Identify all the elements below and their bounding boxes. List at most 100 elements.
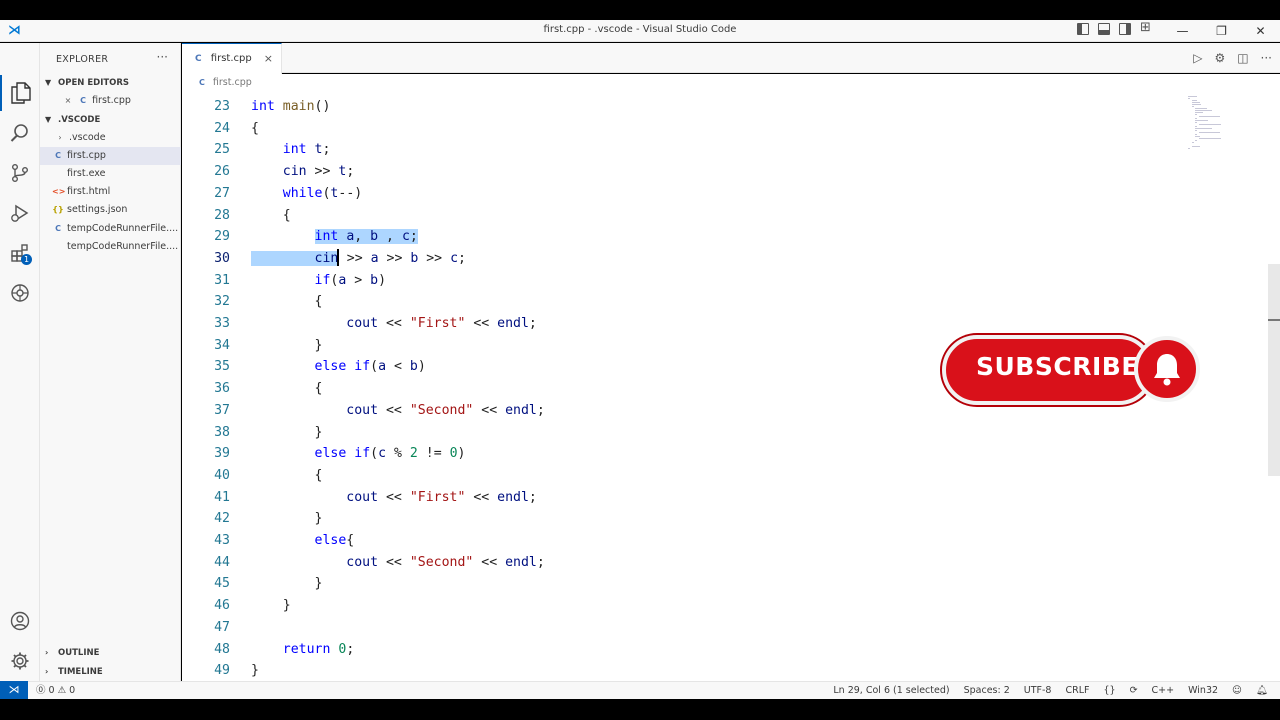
line-code[interactable]: return 0; [251,639,355,661]
restore-icon[interactable]: ❐ [1202,20,1241,42]
line-code[interactable]: } [251,508,323,530]
code-line[interactable]: 29 int a, b , c; [182,226,1262,248]
minimize-icon[interactable]: — [1163,20,1202,42]
code-line[interactable]: 44 cout << "Second" << endl; [182,552,1262,574]
end-of-line[interactable]: CRLF [1065,682,1089,699]
code-line[interactable]: 26 cin >> t; [182,161,1262,183]
line-code[interactable]: { [251,291,323,313]
code-line[interactable]: 48 return 0; [182,639,1262,661]
code-line[interactable]: 43 else{ [182,530,1262,552]
line-code[interactable]: { [251,378,323,400]
customize-layout-icon[interactable] [1140,20,1152,35]
tree-item-tempcoderunner-cpp[interactable]: C tempCodeRunnerFile.... [40,220,181,238]
line-code[interactable]: cin >> a >> b >> c; [251,248,466,270]
timeline-header[interactable]: › TIMELINE [40,663,181,681]
line-code[interactable]: } [251,335,323,357]
line-code[interactable]: } [251,573,323,595]
close-tab-icon[interactable]: × [264,44,273,74]
search-icon[interactable] [0,115,40,151]
run-code-icon[interactable]: ▷ [1193,51,1202,65]
remote-explorer-icon[interactable] [0,275,40,311]
code-line[interactable]: 23 int main() [182,96,1262,118]
outline-header[interactable]: › OUTLINE [40,644,181,662]
source-control-icon[interactable] [0,155,40,191]
close-window-icon[interactable]: ✕ [1241,20,1280,42]
minimap[interactable] [1188,94,1248,164]
tree-item-first-cpp[interactable]: C first.cpp [40,147,181,165]
code-line[interactable]: 39 else if(c % 2 != 0) [182,443,1262,465]
platform[interactable]: Win32 [1188,682,1218,699]
settings-gear-icon[interactable]: ⚙ [1214,51,1225,65]
line-code[interactable]: } [251,595,291,617]
code-line[interactable]: 30 cin >> a >> b >> c; [182,248,1262,270]
line-code[interactable]: } [251,422,323,444]
code-line[interactable]: 42 } [182,508,1262,530]
line-code[interactable]: } [251,660,259,681]
indentation[interactable]: Spaces: 2 [964,682,1010,699]
more-actions-icon[interactable]: ··· [157,50,168,64]
toggle-secondary-sidebar-icon[interactable] [1119,23,1131,35]
code-line[interactable]: 28 { [182,205,1262,227]
toggle-primary-sidebar-icon[interactable] [1077,23,1089,35]
line-code[interactable]: { [251,465,323,487]
run-debug-icon[interactable] [0,195,40,231]
tree-item-first-exe[interactable]: first.exe [40,165,181,183]
code-editor[interactable]: 23 int main() 24{25 int t; 26 cin >> t; 27 w… [182,94,1280,681]
code-line[interactable]: 41 cout << "First" << endl; [182,487,1262,509]
line-code[interactable]: int t; [251,139,331,161]
feedback-icon[interactable]: ☺ [1232,682,1242,699]
manage-gear-icon[interactable] [0,643,40,679]
code-line[interactable]: 38 } [182,422,1262,444]
problems-indicator[interactable]: ⓪ 0 ⚠ 0 [36,682,75,699]
remote-indicator-icon[interactable]: ⋊ [0,681,28,700]
code-line[interactable]: 49} [182,660,1262,681]
line-code[interactable]: int main() [251,96,330,118]
vertical-scrollbar[interactable] [1268,264,1280,476]
line-code[interactable]: else if(a < b) [251,356,426,378]
code-line[interactable]: 45 } [182,573,1262,595]
line-code[interactable]: else{ [251,530,355,552]
tab-first-cpp[interactable]: C first.cpp × [182,43,282,74]
code-line[interactable]: 46 } [182,595,1262,617]
code-line[interactable]: 27 while(t--) [182,183,1262,205]
code-line[interactable]: 40 { [182,465,1262,487]
code-line[interactable]: 25 int t; [182,139,1262,161]
tree-item-tempcoderunner-exe[interactable]: tempCodeRunnerFile.... [40,238,181,256]
breadcrumb[interactable]: C first.cpp [182,74,1280,94]
line-code[interactable]: { [251,118,259,140]
sync-icon[interactable]: ⟳ [1130,682,1138,699]
extensions-icon[interactable]: 1 [0,235,40,271]
accounts-icon[interactable] [0,603,40,639]
line-code[interactable]: cout << "First" << endl; [251,313,537,335]
line-code[interactable]: cin >> t; [251,161,355,183]
language-braces-icon[interactable]: {} [1103,682,1115,699]
close-icon[interactable]: × [62,92,74,110]
subscribe-overlay[interactable]: SUBSCRIBE [942,335,1202,405]
explorer-icon[interactable] [0,75,40,111]
language-mode[interactable]: C++ [1152,682,1175,699]
folder-header[interactable]: ▼ .VSCODE [40,111,181,129]
code-line[interactable]: 31 if(a > b) [182,270,1262,292]
code-line[interactable]: 32 { [182,291,1262,313]
line-code[interactable]: else if(c % 2 != 0) [251,443,466,465]
code-line[interactable]: 47 [182,617,1262,639]
line-code[interactable]: int a, b , c; [251,226,418,248]
open-editors-header[interactable]: ▼ OPEN EDITORS [40,74,181,92]
more-actions-icon[interactable]: ··· [1261,51,1272,65]
line-code[interactable]: cout << "Second" << endl; [251,552,545,574]
code-line[interactable]: 33 cout << "First" << endl; [182,313,1262,335]
line-code[interactable]: cout << "First" << endl; [251,487,537,509]
toggle-panel-icon[interactable] [1098,23,1110,35]
open-editor-item[interactable]: × C first.cpp [40,92,181,110]
split-editor-icon[interactable]: ◫ [1237,51,1248,65]
tree-item-first-html[interactable]: <> first.html [40,183,181,201]
notifications-bell-icon[interactable]: 🔔︎ [1256,682,1268,699]
line-code[interactable]: if(a > b) [251,270,387,292]
tree-item-vscode-folder[interactable]: › .vscode [40,129,181,147]
tree-item-settings-json[interactable]: {} settings.json [40,201,181,219]
line-code[interactable]: cout << "Second" << endl; [251,400,545,422]
code-line[interactable]: 24 { [182,118,1262,140]
line-code[interactable]: while(t--) [251,183,362,205]
cursor-position[interactable]: Ln 29, Col 6 (1 selected) [833,682,949,699]
line-code[interactable]: { [251,205,291,227]
